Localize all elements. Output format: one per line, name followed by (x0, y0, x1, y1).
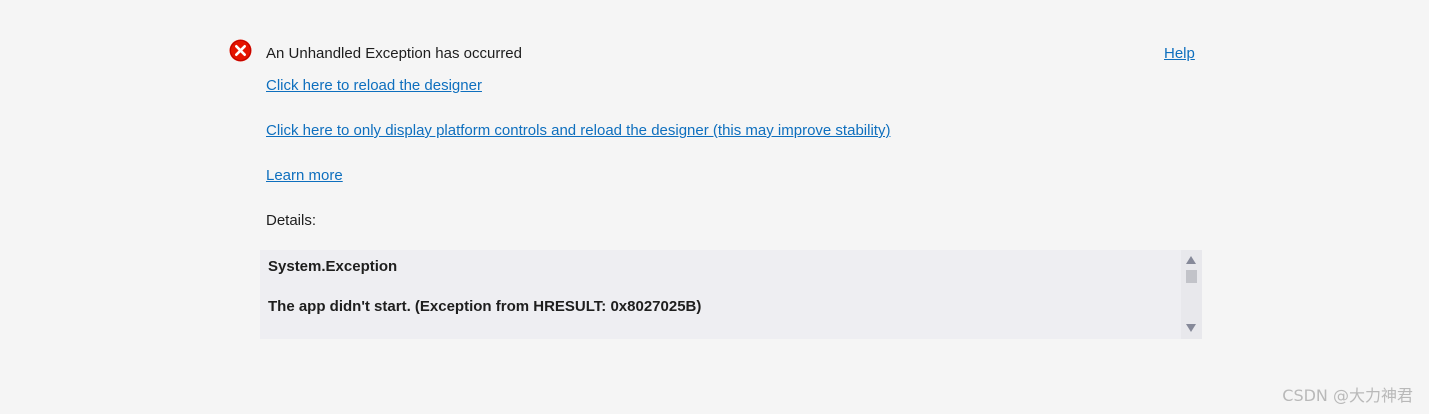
help-link[interactable]: Help (1164, 45, 1195, 63)
exception-type: System.Exception (268, 258, 398, 275)
error-title: An Unhandled Exception has occurred (266, 45, 522, 62)
scroll-down-arrow-icon[interactable] (1186, 324, 1196, 332)
details-text-area: System.Exception The app didn't start. (… (268, 250, 1178, 339)
scroll-up-arrow-icon[interactable] (1186, 256, 1196, 264)
exception-message: The app didn't start. (Exception from HR… (268, 298, 702, 315)
scroll-thumb[interactable] (1186, 270, 1197, 283)
details-label: Details: (266, 212, 317, 229)
details-scrollbar[interactable] (1181, 250, 1202, 339)
reload-designer-link[interactable]: Click here to reload the designer (266, 77, 482, 95)
error-icon (229, 39, 252, 62)
details-box[interactable]: System.Exception The app didn't start. (… (260, 250, 1202, 339)
watermark: CSDN @大力神君 (1282, 386, 1413, 405)
learn-more-link[interactable]: Learn more (266, 167, 343, 185)
platform-controls-link[interactable]: Click here to only display platform cont… (266, 122, 890, 140)
